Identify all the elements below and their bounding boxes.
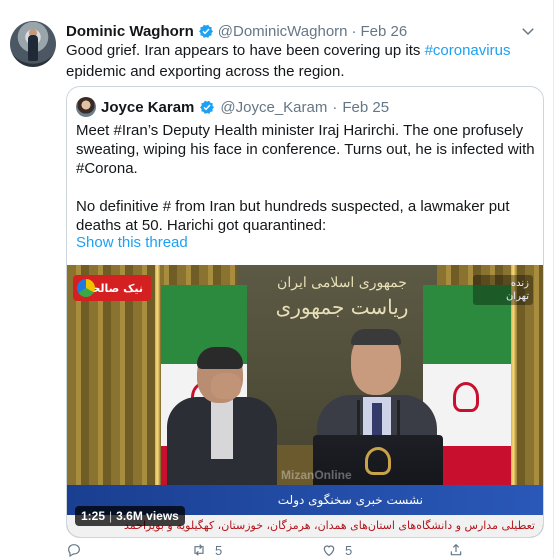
channel-logo-icon: [77, 279, 95, 297]
quote-paragraph-2: No definitive # from Iran but hundreds s…: [76, 198, 510, 234]
tweet-header: Dominic Waghorn @DominicWaghorn · Feb 26: [66, 21, 407, 41]
video-player[interactable]: جمهوری اسلامی ایران ریاست جمهوری نیک صال…: [67, 265, 543, 537]
tweet-text-after: epidemic and exporting across the region…: [66, 63, 345, 80]
duration-separator: |: [109, 509, 113, 523]
avatar-figure-body: [28, 35, 38, 61]
backdrop-line-1: جمهوری اسلامی ایران: [277, 275, 407, 291]
backdrop-text: جمهوری اسلامی ایران ریاست جمهوری: [267, 271, 417, 319]
quote-header: Joyce Karam @Joyce_Karam · Feb 25: [76, 97, 389, 117]
video-watermark: MizanOnline: [281, 468, 352, 482]
tweet-actions: 5 5: [66, 542, 526, 558]
quoted-tweet[interactable]: Joyce Karam @Joyce_Karam · Feb 25 Meet #…: [66, 86, 544, 538]
chevron-down-icon[interactable]: [519, 22, 537, 40]
tv-live-label: زنده: [510, 278, 529, 289]
separator-dot: ·: [332, 98, 338, 116]
quote-author-handle[interactable]: @Joyce_Karam: [220, 99, 327, 116]
like-count: 5: [345, 542, 353, 558]
heart-icon: [323, 545, 335, 557]
tv-location-label: تهران: [505, 291, 529, 302]
reply-button[interactable]: [66, 542, 90, 558]
quote-author-name[interactable]: Joyce Karam: [101, 99, 194, 116]
quote-author-avatar[interactable]: [76, 97, 96, 117]
separator-dot: ·: [351, 22, 357, 40]
tweet-date[interactable]: Feb 26: [361, 23, 408, 40]
verified-badge-icon: [198, 24, 213, 38]
hashtag-link[interactable]: #coronavirus: [425, 42, 511, 59]
like-button[interactable]: 5: [321, 542, 352, 558]
video-views: 3.6M views: [116, 509, 179, 523]
share-icon: [450, 543, 462, 556]
share-button[interactable]: [448, 542, 464, 558]
tweet-text-before: Good grief. Iran appears to have been co…: [66, 42, 425, 59]
microphone: [397, 400, 400, 440]
show-thread-link[interactable]: Show this thread: [76, 234, 188, 251]
quote-paragraph-1: Meet #Iran’s Deputy Health minister Iraj…: [76, 122, 535, 177]
author-avatar[interactable]: [10, 21, 56, 67]
retweet-icon: [194, 544, 204, 556]
channel-badge: نیک صالحی: [73, 275, 151, 301]
video-duration-badge: 1:25 | 3.6M views: [75, 506, 185, 526]
retweet-count: 5: [215, 542, 223, 558]
lower-third-title: نشست خبری سخنگوی دولت: [277, 493, 423, 507]
retweet-button[interactable]: 5: [191, 542, 222, 558]
verified-badge-icon: [200, 100, 215, 114]
tweet-text: Good grief. Iran appears to have been co…: [66, 40, 536, 82]
tv-network-logo: زنده تهران: [473, 275, 533, 305]
tweet[interactable]: Dominic Waghorn @DominicWaghorn · Feb 26…: [0, 0, 554, 558]
author-name[interactable]: Dominic Waghorn: [66, 23, 194, 40]
video-duration: 1:25: [81, 509, 106, 523]
quote-date[interactable]: Feb 25: [342, 99, 389, 116]
reply-icon: [68, 544, 80, 558]
minister-figure: [167, 347, 277, 507]
author-handle[interactable]: @DominicWaghorn: [218, 23, 348, 40]
backdrop-line-2: ریاست جمهوری: [275, 295, 409, 319]
microphone: [357, 400, 360, 440]
